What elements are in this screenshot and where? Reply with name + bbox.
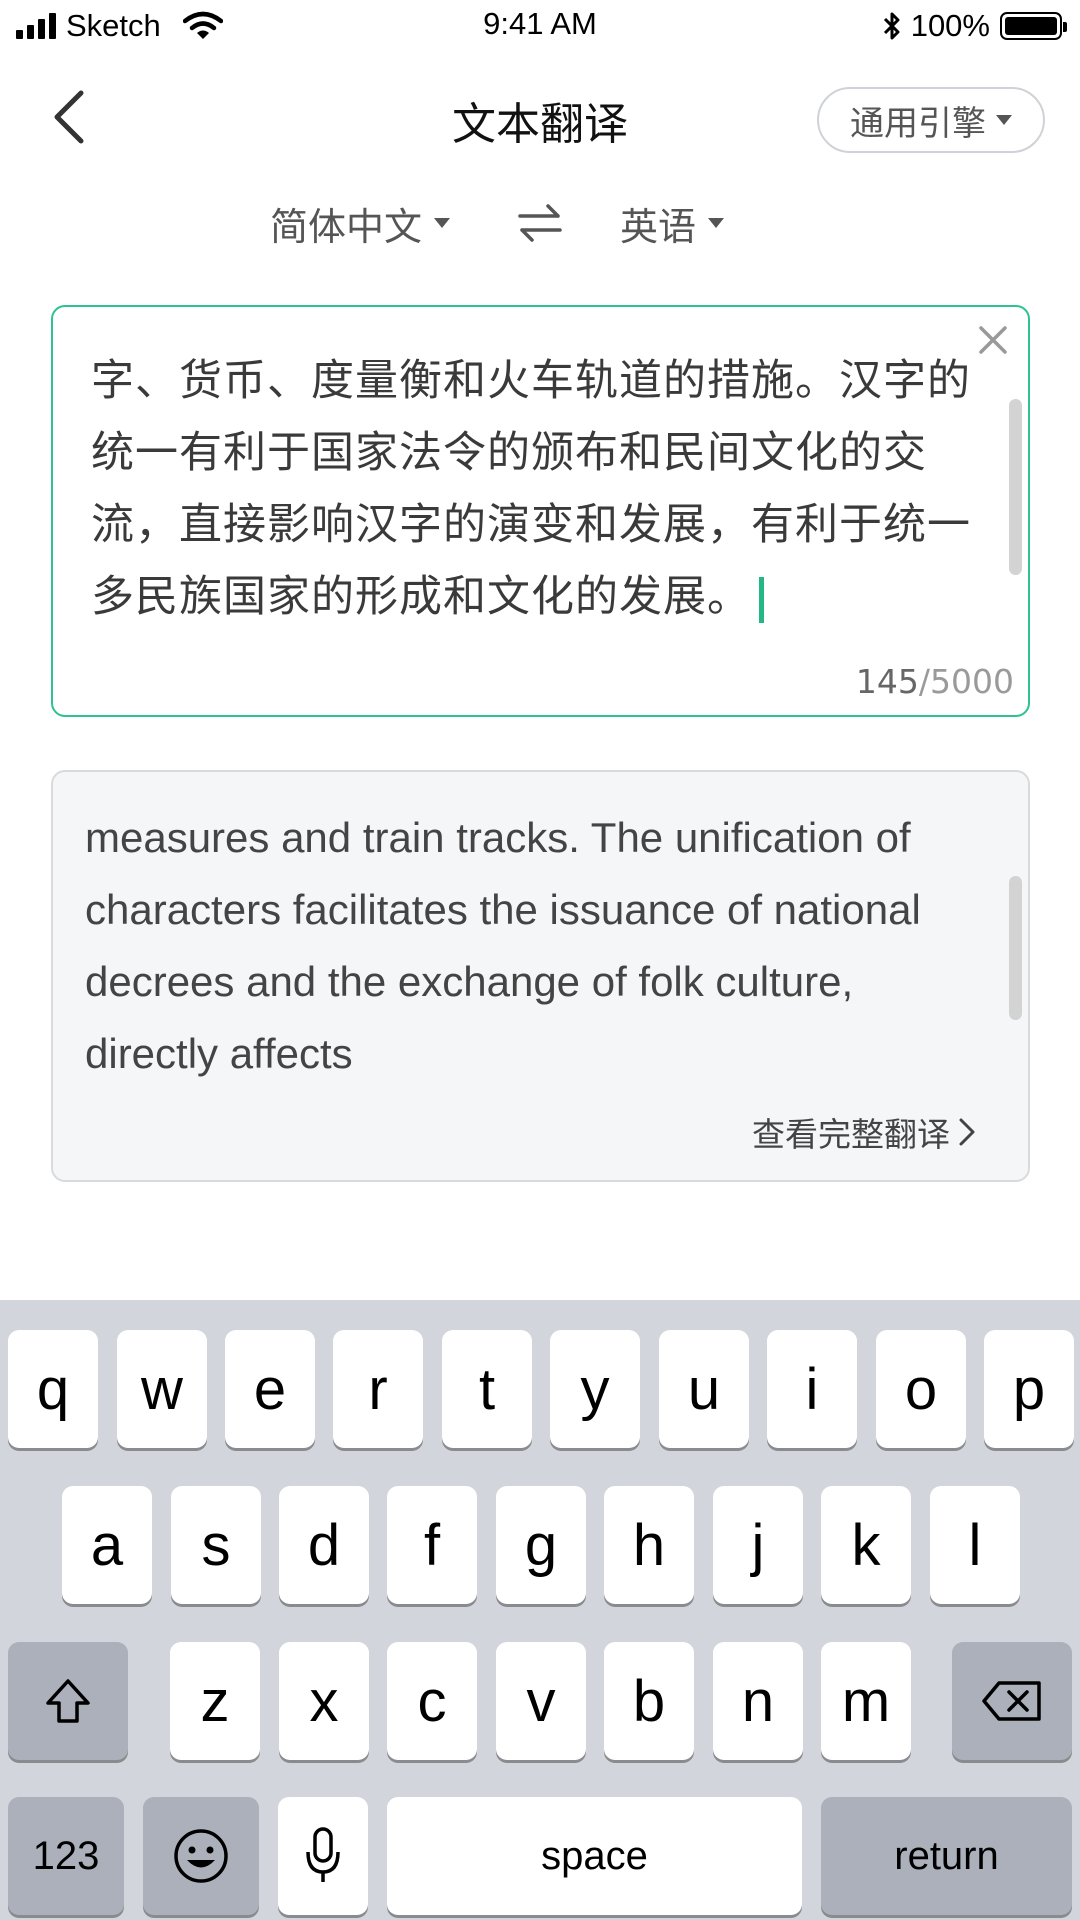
caret-down-icon: [996, 115, 1012, 125]
emoji-icon: [174, 1829, 228, 1883]
key-j[interactable]: j: [713, 1486, 803, 1604]
key-k[interactable]: k: [821, 1486, 911, 1604]
key-label: s: [201, 1512, 231, 1578]
key-label: x: [309, 1668, 339, 1734]
target-language-label: 英语: [620, 204, 697, 249]
key-f[interactable]: f: [387, 1486, 477, 1604]
key-u[interactable]: u: [659, 1330, 749, 1448]
key-label: u: [687, 1356, 721, 1422]
bluetooth-icon: [883, 12, 900, 40]
key-label: y: [580, 1356, 610, 1422]
key-d[interactable]: d: [279, 1486, 369, 1604]
status-right: 100%: [881, 4, 1067, 48]
key-x[interactable]: x: [279, 1642, 369, 1760]
source-text-content[interactable]: 字、货币、度量衡和火车轨道的措施。汉字的统一有利于国家法令的颁布和民间文化的交流…: [91, 345, 981, 633]
key-label: l: [968, 1512, 982, 1578]
space-key-label: space: [541, 1833, 648, 1878]
key-q[interactable]: q: [8, 1330, 98, 1448]
view-full-translation-label: 查看完整翻译: [752, 1115, 950, 1154]
key-e[interactable]: e: [225, 1330, 315, 1448]
char-count: 145/5000: [856, 662, 1014, 701]
key-y[interactable]: y: [550, 1330, 640, 1448]
key-label: h: [632, 1512, 666, 1578]
key-i[interactable]: i: [767, 1330, 857, 1448]
keyboard: q w e r t y u i o p a s d f g h j k l z x c v b nm 123 space r…: [0, 1300, 1080, 1920]
status-bar: Sketch 9:41 AM 100%: [0, 0, 1080, 52]
source-text: 字、货币、度量衡和火车轨道的措施。汉字的统一有利于国家法令的颁布和民间文化的交流…: [91, 356, 971, 622]
microphone-key[interactable]: [278, 1797, 368, 1915]
swap-languages-icon[interactable]: [516, 200, 564, 246]
key-label: d: [307, 1512, 341, 1578]
key-label: f: [423, 1512, 441, 1578]
engine-select-button[interactable]: 通用引擎: [817, 87, 1045, 153]
battery-icon: [1000, 12, 1067, 40]
key-label: o: [904, 1356, 938, 1422]
return-key-label: return: [894, 1833, 999, 1878]
key-label: r: [368, 1356, 388, 1422]
shift-icon: [46, 1679, 90, 1723]
text-cursor: [759, 576, 764, 623]
numbers-key-label: 123: [32, 1833, 100, 1878]
space-key[interactable]: space: [387, 1797, 802, 1915]
key-v[interactable]: v: [496, 1642, 586, 1760]
return-key[interactable]: return: [821, 1797, 1072, 1915]
key-label: v: [526, 1668, 556, 1734]
key-m[interactable]: m: [821, 1642, 911, 1760]
key-w[interactable]: w: [117, 1330, 207, 1448]
source-language-select[interactable]: 简体中文: [270, 196, 451, 250]
key-label: g: [524, 1512, 558, 1578]
numbers-key[interactable]: 123: [8, 1797, 124, 1915]
key-label: c: [417, 1668, 447, 1734]
key-o[interactable]: o: [876, 1330, 966, 1448]
key-t[interactable]: t: [442, 1330, 532, 1448]
key-label: w: [141, 1356, 183, 1422]
microphone-icon: [306, 1827, 340, 1882]
key-label: n: [741, 1668, 775, 1734]
key-label: t: [478, 1356, 496, 1422]
key-b[interactable]: b: [604, 1642, 694, 1760]
chevron-right-icon: [959, 1118, 975, 1146]
source-language-label: 简体中文: [270, 204, 423, 249]
key-label: p: [1012, 1356, 1046, 1422]
key-label: e: [253, 1356, 287, 1422]
caret-down-icon: [708, 218, 725, 228]
source-text-area[interactable]: 字、货币、度量衡和火车轨道的措施。汉字的统一有利于国家法令的颁布和民间文化的交流…: [51, 305, 1030, 717]
key-p[interactable]: p: [984, 1330, 1074, 1448]
key-c[interactable]: c: [387, 1642, 477, 1760]
key-label: z: [200, 1668, 230, 1734]
key-label: j: [751, 1512, 765, 1578]
key-label: b: [632, 1668, 666, 1734]
key-z[interactable]: z: [170, 1642, 260, 1760]
char-count-current: 145: [855, 662, 919, 701]
key-n[interactable]: n: [713, 1642, 803, 1760]
target-language-select[interactable]: 英语: [620, 196, 725, 250]
key-l[interactable]: l: [930, 1486, 1020, 1604]
key-label: i: [805, 1356, 819, 1422]
translation-text: measures and train tracks. The unificati…: [85, 814, 921, 1077]
key-r[interactable]: r: [333, 1330, 423, 1448]
battery-fill: [1005, 17, 1057, 35]
engine-label: 通用引擎: [850, 103, 986, 144]
translation-result-card: measures and train tracks. The unificati…: [51, 770, 1030, 1182]
battery-percent: 100%: [910, 8, 990, 43]
key-label: m: [841, 1668, 891, 1734]
key-a[interactable]: a: [62, 1486, 152, 1604]
key-s[interactable]: s: [171, 1486, 261, 1604]
shift-key[interactable]: [8, 1642, 128, 1760]
key-h[interactable]: h: [604, 1486, 694, 1604]
key-label: q: [36, 1356, 70, 1422]
key-label: k: [851, 1512, 881, 1578]
backspace-key[interactable]: [952, 1642, 1072, 1760]
emoji-key[interactable]: [143, 1797, 259, 1915]
key-label: a: [90, 1512, 124, 1578]
input-scrollbar[interactable]: [1009, 399, 1022, 575]
key-g[interactable]: g: [496, 1486, 586, 1604]
output-scrollbar[interactable]: [1009, 876, 1022, 1020]
close-icon[interactable]: [976, 323, 1010, 357]
caret-down-icon: [434, 218, 451, 228]
char-count-max: /5000: [918, 662, 1014, 701]
view-full-translation-link[interactable]: 查看完整翻译: [752, 1108, 976, 1156]
backspace-icon: [982, 1681, 1041, 1721]
